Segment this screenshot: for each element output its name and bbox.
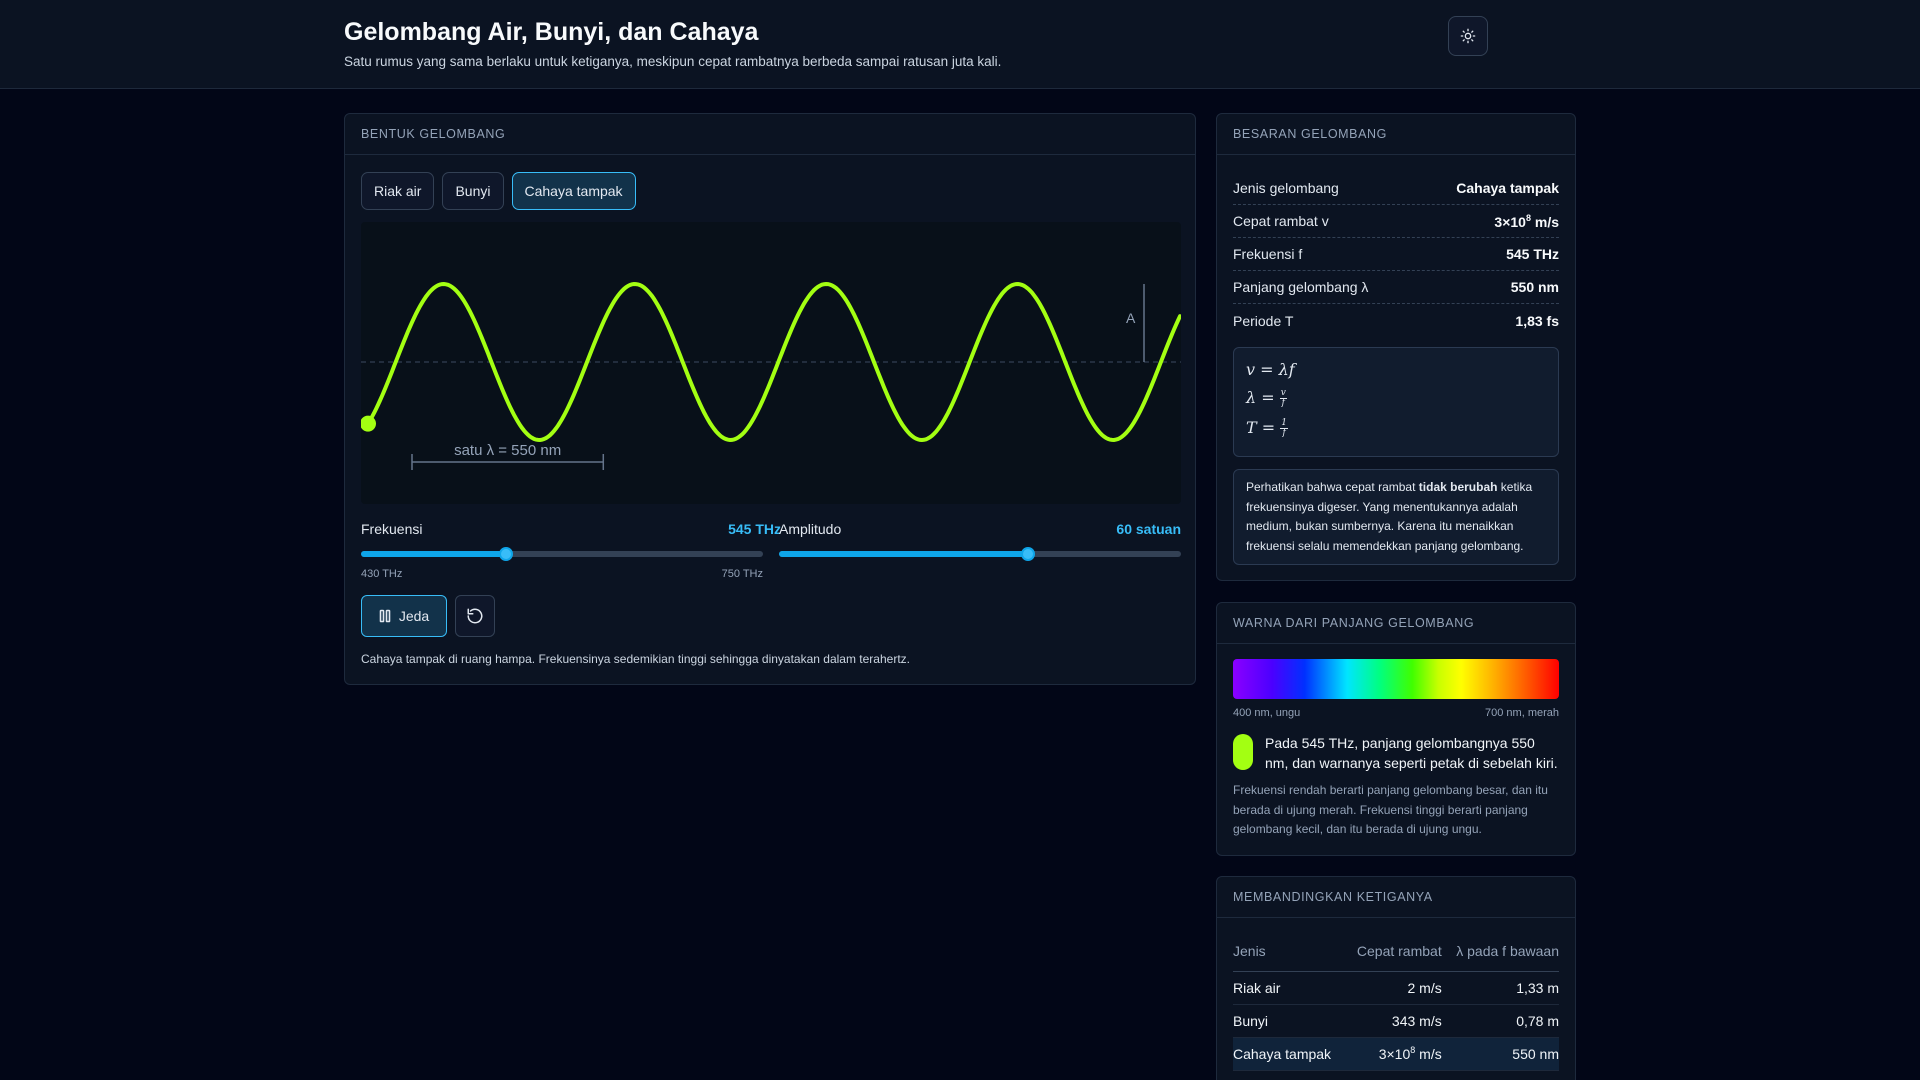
prop-key: Frekuensi f xyxy=(1233,246,1303,262)
amplitude-slider-fill xyxy=(779,551,1029,557)
pause-button-label: Jeda xyxy=(398,608,430,624)
prop-row-speed: Cepat rambat v 3×108 m/s xyxy=(1233,205,1559,238)
amplitude-label-text: Amplitudo xyxy=(779,521,842,537)
wave-particle xyxy=(361,415,376,432)
wave-caption: Cahaya tampak di ruang hampa. Frekuensin… xyxy=(361,652,910,666)
properties-panel: BESARAN GELOMBANG Jenis gelombang Cahaya… xyxy=(1216,113,1576,581)
prop-key: Panjang gelombang λ xyxy=(1233,279,1369,295)
prop-row-frequency: Frekuensi f 545 THz xyxy=(1233,238,1559,271)
table-row: Bunyi 343 m/s 0,78 m xyxy=(1233,1004,1559,1038)
wave-panel: BENTUK GELOMBANG Riak air Bunyi Cahaya t… xyxy=(344,113,1196,685)
prop-key: Periode T xyxy=(1233,312,1294,329)
formula-wavelength: λ = vf xyxy=(1246,388,1287,408)
wave-type-tabs: Riak air Bunyi Cahaya tampak xyxy=(361,172,636,210)
spectrum-min-label: 400 nm, ungu xyxy=(1233,707,1301,719)
formula-speed: v = λf xyxy=(1246,360,1295,379)
spectrum-bar xyxy=(1233,659,1559,699)
prop-row-period: Periode T 1,83 fs xyxy=(1233,304,1559,337)
page-subtitle: Satu rumus yang sama berlaku untuk ketig… xyxy=(344,54,1002,69)
amplitude-label: A xyxy=(1126,310,1136,326)
frequency-label: Frekuensi xyxy=(361,521,423,537)
col-jenis: Jenis xyxy=(1233,931,1345,972)
app-header: Gelombang Air, Bunyi, dan Cahaya Satu ru… xyxy=(0,0,1920,89)
formula-box: v = λf λ = vf T = 1f xyxy=(1233,347,1559,457)
table-row: Riak air 2 m/s 1,33 m xyxy=(1233,971,1559,1005)
prop-value: 3×108 m/s xyxy=(1494,212,1559,230)
color-panel-heading: WARNA DARI PANJANG GELOMBANG xyxy=(1217,603,1575,644)
prop-value: Cahaya tampak xyxy=(1456,180,1559,196)
color-swatch xyxy=(1233,734,1253,770)
wavelength-label: satu λ = 550 nm xyxy=(454,442,561,459)
amplitude-slider-thumb[interactable] xyxy=(1021,547,1036,561)
prop-value: 545 THz xyxy=(1506,246,1559,262)
tab-riak-air[interactable]: Riak air xyxy=(361,172,435,210)
compare-heading: MEMBANDINGKAN KETIGANYA xyxy=(1217,877,1575,918)
theme-toggle-button[interactable] xyxy=(1448,16,1488,56)
wave-plot: A satu λ = 550 nm xyxy=(361,281,1181,470)
tab-bunyi[interactable]: Bunyi xyxy=(442,172,504,210)
amplitude-slider[interactable] xyxy=(779,547,1181,561)
color-description: Pada 545 THz, panjang gelombangnya 550 n… xyxy=(1265,735,1558,771)
frequency-min-label: 430 THz xyxy=(361,568,403,580)
speed-note: Perhatikan bahwa cepat rambat tidak beru… xyxy=(1233,469,1559,565)
reset-icon xyxy=(467,608,483,624)
wave-panel-heading: BENTUK GELOMBANG xyxy=(345,114,1195,155)
prop-key: Jenis gelombang xyxy=(1233,180,1339,196)
frequency-slider-fill xyxy=(361,551,506,557)
prop-row-wavelength: Panjang gelombang λ 550 nm xyxy=(1233,271,1559,304)
prop-key: Cepat rambat v xyxy=(1233,213,1329,229)
color-note: Frekuensi rendah berarti panjang gelomba… xyxy=(1233,783,1548,836)
col-wavelength: λ pada f bawaan xyxy=(1441,931,1559,972)
properties-heading: BESARAN GELOMBANG xyxy=(1217,114,1575,155)
pause-button[interactable]: Jeda xyxy=(361,595,447,637)
col-speed: Cepat rambat xyxy=(1344,931,1442,972)
frequency-slider-thumb[interactable] xyxy=(498,547,513,561)
frequency-slider[interactable] xyxy=(361,547,763,561)
frequency-value: 545 THz xyxy=(728,521,781,537)
compare-panel: MEMBANDINGKAN KETIGANYA Jenis Cepat ramb… xyxy=(1216,876,1576,1080)
table-header-row: Jenis Cepat rambat λ pada f bawaan xyxy=(1233,931,1559,972)
formula-period: T = 1f xyxy=(1246,418,1288,438)
page-title: Gelombang Air, Bunyi, dan Cahaya xyxy=(344,18,759,46)
spectrum-max-label: 700 nm, merah xyxy=(1485,707,1559,719)
compare-table: Jenis Cepat rambat λ pada f bawaan Riak … xyxy=(1233,931,1559,1071)
prop-value: 550 nm xyxy=(1510,279,1559,295)
color-panel: WARNA DARI PANJANG GELOMBANG 400 nm, ung… xyxy=(1216,602,1576,856)
tab-cahaya-tampak[interactable]: Cahaya tampak xyxy=(511,172,636,210)
amplitude-value: 60 satuan xyxy=(1116,521,1181,537)
prop-value: 1,83 fs xyxy=(1515,312,1559,329)
prop-row-jenis: Jenis gelombang Cahaya tampak xyxy=(1233,172,1559,205)
sun-icon xyxy=(1460,28,1476,44)
table-row-highlighted: Cahaya tampak 3×108 m/s 550 nm xyxy=(1233,1037,1559,1071)
frequency-max-label: 750 THz xyxy=(721,568,763,580)
wave-canvas: A satu λ = 550 nm xyxy=(361,222,1181,504)
reset-button[interactable] xyxy=(455,595,495,637)
pause-icon xyxy=(379,609,391,623)
